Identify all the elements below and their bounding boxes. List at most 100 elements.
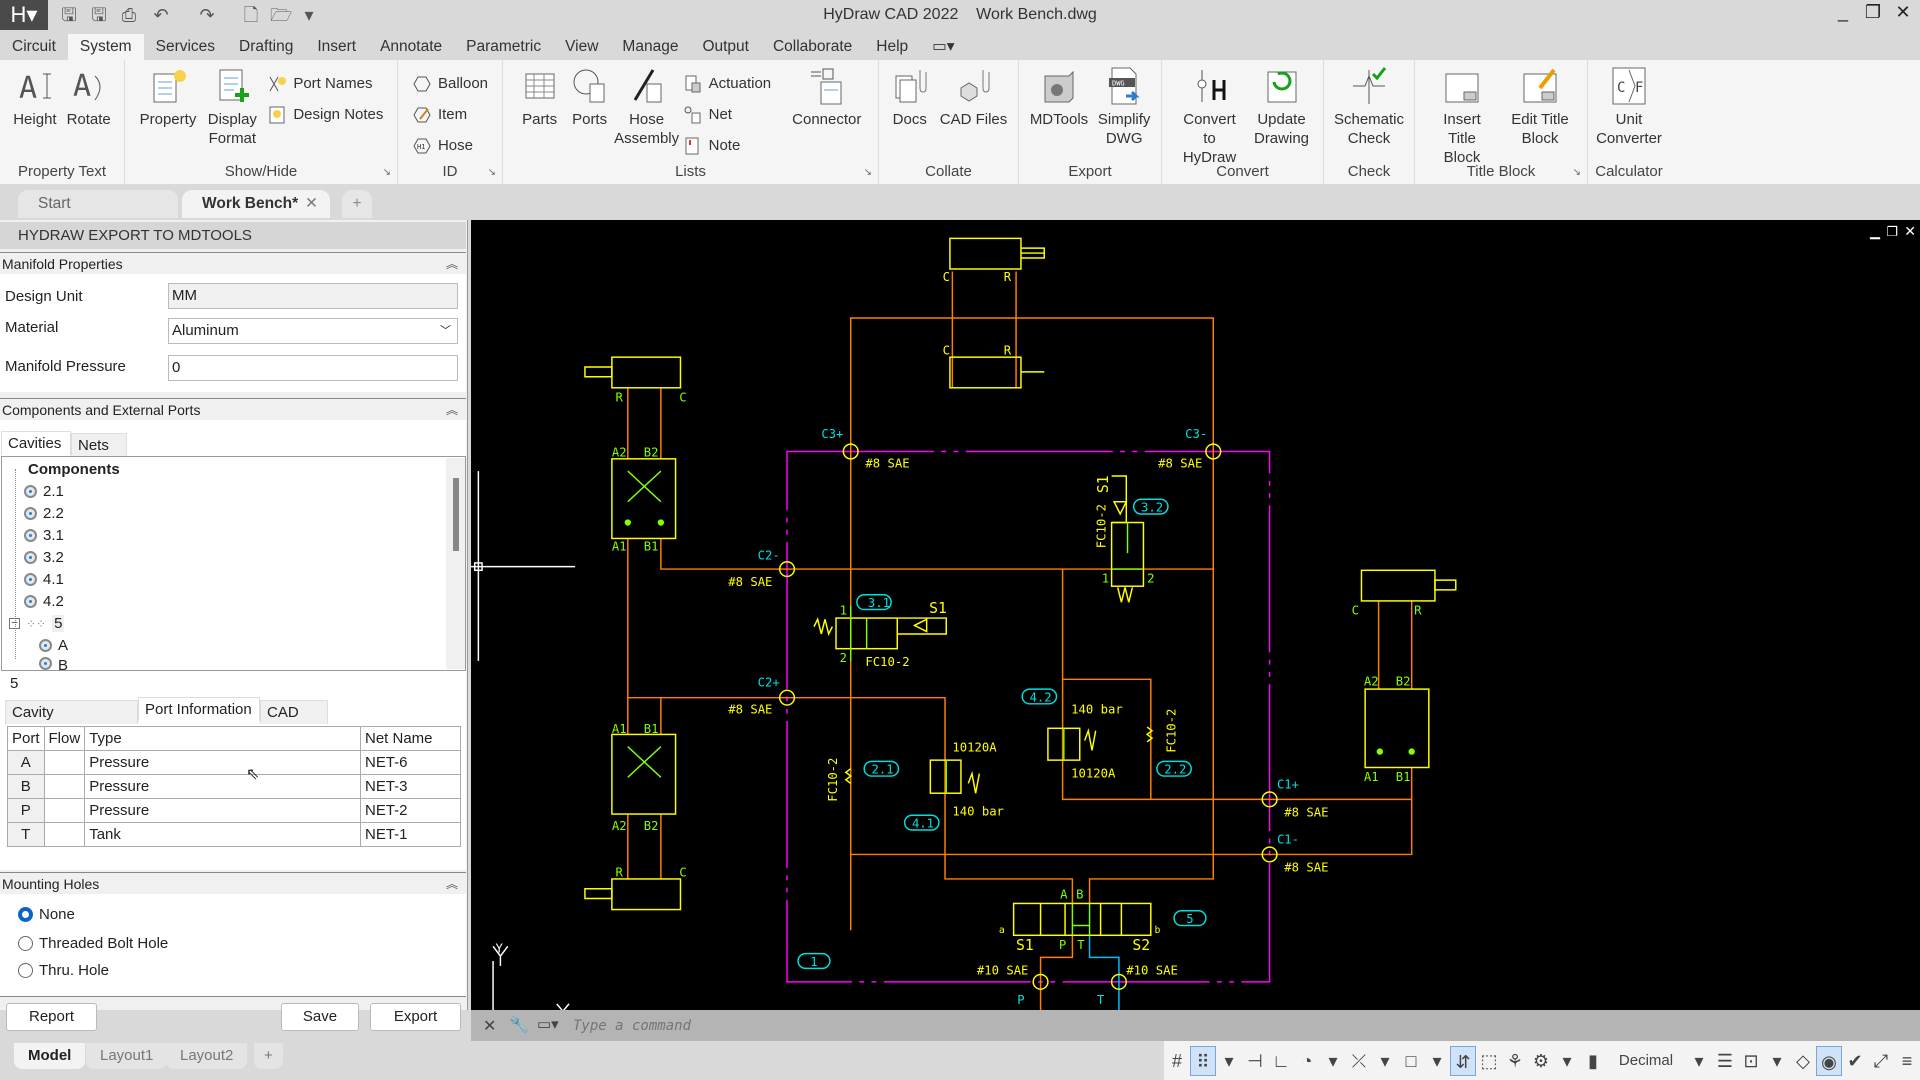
dialog-launcher-icon[interactable]: ↘ <box>488 167 496 178</box>
ortho-icon[interactable]: ∟ <box>1268 1046 1294 1076</box>
polar-tracking-icon[interactable]: ◔ <box>1294 1046 1320 1076</box>
dialog-launcher-icon[interactable]: ↘ <box>383 167 391 178</box>
mounting-holes-header[interactable]: Mounting Holes ︽ <box>0 872 466 894</box>
clean-screen-check-icon[interactable]: ✔ <box>1842 1046 1868 1076</box>
tab-drafting[interactable]: Drafting <box>227 34 305 60</box>
flow-cell[interactable] <box>43 822 86 847</box>
restore-button[interactable]: ❐ <box>1858 2 1888 28</box>
net-name-cell[interactable]: NET-3 <box>360 774 461 799</box>
tab-insert[interactable]: Insert <box>305 34 368 60</box>
tree-item[interactable]: 3.1 <box>24 527 64 544</box>
command-history-icon[interactable]: ▭▾ <box>537 1015 559 1033</box>
net-name-cell[interactable]: NET-1 <box>360 822 461 847</box>
radio-threaded-bolt-hole[interactable]: Threaded Bolt Hole <box>18 935 168 952</box>
layout-tab-layout1[interactable]: Layout1 <box>86 1043 168 1069</box>
workspace-gear-icon[interactable]: ⚙ <box>1528 1046 1554 1076</box>
save-button[interactable]: Save <box>281 1003 359 1031</box>
radio-none[interactable]: None <box>18 906 75 923</box>
export-button[interactable]: Export <box>370 1003 461 1031</box>
new-tab-button[interactable]: + <box>342 190 372 218</box>
dropdown-icon[interactable]: ▾ <box>1554 1046 1580 1076</box>
tab-system[interactable]: System <box>67 34 144 60</box>
doc-tab-start[interactable]: Start <box>18 190 178 218</box>
collapse-node-icon[interactable]: – <box>9 618 20 629</box>
tree-item[interactable]: 4.1 <box>24 571 64 588</box>
port-names-button[interactable]: Port Names <box>267 68 383 99</box>
doc-tab-work-bench[interactable]: Work Bench* ✕ <box>182 190 330 218</box>
viewport-close-button[interactable]: ✕ <box>1904 223 1916 240</box>
tab-cavity-information[interactable]: Cavity Information <box>5 700 138 745</box>
tab-collaborate[interactable]: Collaborate <box>761 34 864 60</box>
column-header[interactable]: Port <box>7 726 45 751</box>
customization-menu-icon[interactable]: ≡ <box>1894 1046 1920 1076</box>
lock-ui-icon[interactable]: ⊡ <box>1738 1046 1764 1076</box>
tab-help[interactable]: Help <box>864 34 920 60</box>
tree-item-group-5[interactable]: – ⁘⁘ 5 <box>9 615 65 632</box>
actuation-button[interactable]: Actuation <box>683 68 771 99</box>
net-button[interactable]: Net <box>683 99 772 130</box>
layout-tab-model[interactable]: Model <box>14 1043 86 1069</box>
net-name-cell[interactable]: NET-2 <box>360 798 461 823</box>
customize-wrench-icon[interactable]: 🔧 <box>509 1015 529 1035</box>
flow-cell[interactable] <box>43 774 86 799</box>
layout-tab-layout2[interactable]: Layout2 <box>166 1043 248 1069</box>
fullscreen-icon[interactable]: ⤢ <box>1868 1046 1894 1076</box>
tab-view[interactable]: View <box>553 34 610 60</box>
type-cell[interactable]: Tank <box>84 822 361 847</box>
dropdown-icon[interactable]: ▾ <box>1686 1046 1712 1076</box>
object-snap-icon[interactable]: ⤫ <box>1346 1046 1372 1076</box>
close-button[interactable]: ✕ <box>1888 2 1918 28</box>
dropdown-icon[interactable]: ▾ <box>1764 1046 1790 1076</box>
dropdown-icon[interactable]: ▾ <box>1424 1046 1450 1076</box>
column-header[interactable]: Type <box>84 726 361 751</box>
hardware-acceleration-icon[interactable]: ◉ <box>1816 1045 1842 1076</box>
annotation-scale-icon[interactable]: ⬚ <box>1476 1046 1502 1076</box>
flow-cell[interactable] <box>43 798 86 823</box>
annotation-visibility-icon[interactable]: ⚘ <box>1502 1046 1528 1076</box>
tree-item[interactable]: 2.2 <box>24 505 64 522</box>
viewport-restore-button[interactable]: ❐ <box>1886 224 1898 240</box>
table-row[interactable]: P Pressure NET-2 <box>7 798 461 823</box>
design-notes-button[interactable]: Design Notes <box>267 99 383 130</box>
tab-output[interactable]: Output <box>690 34 761 60</box>
dropdown-icon[interactable]: ▾ <box>1372 1046 1398 1076</box>
drawing-canvas[interactable]: C3+ C3- C2- C2+ C1+ C1- P T 3.1 3.2 4.2 … <box>471 220 1920 1010</box>
command-input[interactable] <box>573 1014 1893 1037</box>
minimize-button[interactable]: _ <box>1828 2 1858 28</box>
tab-annotate[interactable]: Annotate <box>368 34 454 60</box>
dropdown-icon[interactable]: ▾ <box>1216 1046 1242 1076</box>
snap-icon[interactable]: ⠿ <box>1190 1045 1216 1076</box>
selection-cycling-icon[interactable]: □ <box>1398 1046 1424 1076</box>
tab-cavities[interactable]: Cavities <box>1 431 71 455</box>
tab-nets[interactable]: Nets <box>71 433 127 457</box>
tab-cad-files[interactable]: CAD Files <box>260 700 328 745</box>
collapse-icon[interactable]: ︽ <box>446 873 458 895</box>
tree-item[interactable]: A <box>39 637 68 654</box>
tree-root-components[interactable]: Components <box>28 461 120 478</box>
balloon-button[interactable]: Balloon <box>412 68 488 99</box>
tree-item[interactable]: 4.2 <box>24 593 64 610</box>
tree-item[interactable]: B <box>39 657 68 670</box>
dynamic-ucs-icon[interactable]: ⇵ <box>1450 1045 1476 1076</box>
close-tab-icon[interactable]: ✕ <box>305 190 318 218</box>
scrollbar-thumb[interactable] <box>453 478 459 551</box>
close-command-icon[interactable]: ✕ <box>483 1016 496 1036</box>
report-button[interactable]: Report <box>6 1003 97 1031</box>
material-select[interactable]: Aluminum ﹀ <box>168 318 458 344</box>
tree-scrollbar[interactable] <box>446 458 465 669</box>
hose-button[interactable]: H1 Hose <box>412 130 488 161</box>
grid-icon[interactable]: # <box>1164 1046 1190 1076</box>
hydraulic-schematic[interactable]: C3+ C3- C2- C2+ C1+ C1- P T 3.1 3.2 4.2 … <box>471 220 1920 1010</box>
column-header[interactable]: Net Name <box>360 726 461 751</box>
tree-item[interactable]: 3.2 <box>24 549 64 566</box>
units-select[interactable]: Decimal <box>1606 1046 1686 1076</box>
collapse-icon[interactable]: ︽ <box>446 253 458 275</box>
tab-services[interactable]: Services <box>144 34 227 60</box>
collapse-icon[interactable]: ︽ <box>446 399 458 421</box>
type-cell[interactable]: Pressure <box>84 798 361 823</box>
manifold-properties-header[interactable]: Manifold Properties ︽ <box>0 252 466 274</box>
net-name-cell[interactable]: NET-6 <box>360 750 461 775</box>
viewport-minimize-button[interactable]: ▁ <box>1870 224 1880 240</box>
tab-port-information[interactable]: Port Information <box>138 697 260 721</box>
note-button[interactable]: Note <box>683 130 772 161</box>
